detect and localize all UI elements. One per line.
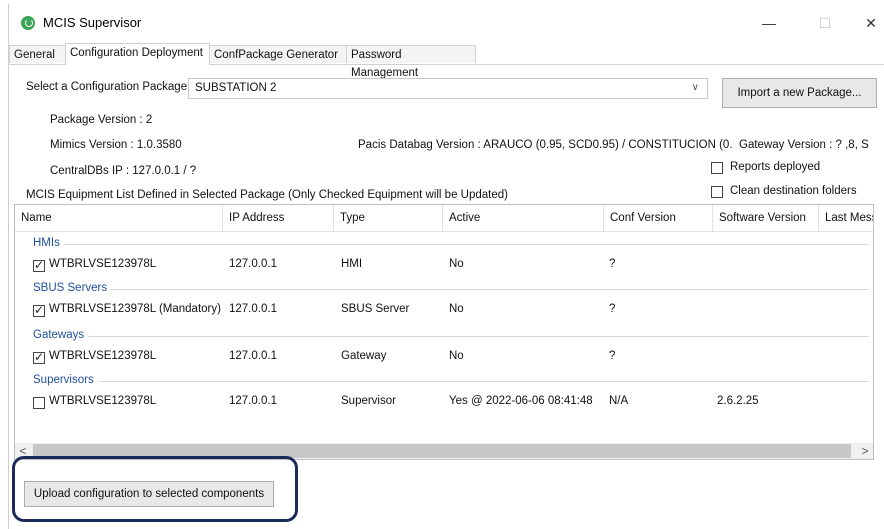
group-header-supervisors: Supervisors [15, 374, 871, 388]
row-type: HMI [341, 258, 363, 270]
equipment-list: Name IP Address Type Active Conf Version… [14, 204, 874, 460]
select-package-label: Select a Configuration Package [26, 81, 188, 93]
table-row[interactable]: WTBRLVSE123978L 127.0.0.1 Gateway No ? [15, 347, 871, 367]
tab-general[interactable]: General [9, 45, 66, 63]
gateway-version: Gateway Version : ? ,8, S [739, 139, 869, 151]
reports-deployed-checkbox[interactable] [711, 162, 723, 174]
group-header-hmis: HMIs [15, 237, 871, 251]
row-checkbox[interactable] [33, 350, 45, 364]
package-select[interactable]: SUBSTATION 2 ∨ [188, 78, 708, 99]
group-divider [33, 381, 869, 382]
row-active: Yes @ 2022-06-06 08:41:48 [449, 395, 593, 407]
row-ip: 127.0.0.1 [229, 350, 277, 362]
app-logo-icon [21, 16, 35, 30]
row-type: SBUS Server [341, 303, 410, 315]
group-name: Gateways [33, 329, 89, 341]
scroll-right-icon[interactable]: > [857, 443, 873, 459]
row-conf-version: ? [609, 350, 616, 362]
row-conf-version: N/A [609, 395, 629, 407]
row-software-version: 2.6.2.25 [717, 395, 759, 407]
group-name: Supervisors [33, 374, 98, 386]
row-name: WTBRLVSE123978L [49, 350, 157, 362]
mimics-version: Mimics Version : 1.0.3580 [50, 139, 182, 151]
row-conf-version: ? [609, 258, 616, 270]
row-name: WTBRLVSE123978L [49, 395, 157, 407]
minimize-button[interactable]: — [749, 10, 789, 36]
column-header-active[interactable]: Active [443, 205, 604, 231]
highlight-annotation [12, 456, 298, 522]
clean-destination-label: Clean destination folders [730, 185, 857, 197]
row-active: No [449, 303, 464, 315]
tab-configuration-deployment[interactable]: Configuration Deployment [65, 43, 210, 65]
row-type: Supervisor [341, 395, 396, 407]
row-checkbox[interactable] [33, 258, 45, 272]
close-button[interactable]: ✕ [851, 10, 884, 36]
row-name: WTBRLVSE123978L (Mandatory) [49, 303, 221, 315]
group-name: SBUS Servers [33, 282, 112, 294]
tab-confpackage-generator[interactable]: ConfPackage Generator [209, 45, 347, 63]
import-package-button[interactable]: Import a new Package... [722, 78, 877, 108]
chevron-down-icon: ∨ [691, 82, 699, 93]
group-divider [33, 289, 869, 290]
window-title: MCIS Supervisor [43, 15, 142, 30]
row-checkbox[interactable] [33, 303, 45, 317]
column-header-ip-address[interactable]: IP Address [223, 205, 334, 231]
table-row[interactable]: WTBRLVSE123978L 127.0.0.1 HMI No ? [15, 255, 871, 275]
row-type: Gateway [341, 350, 387, 362]
maximize-button[interactable]: ☐ [805, 10, 845, 36]
table-row[interactable]: WTBRLVSE123978L 127.0.0.1 Supervisor Yes… [15, 392, 871, 412]
row-conf-version: ? [609, 303, 616, 315]
row-name: WTBRLVSE123978L [49, 258, 157, 270]
row-ip: 127.0.0.1 [229, 303, 277, 315]
equipment-list-caption: MCIS Equipment List Defined in Selected … [26, 189, 508, 201]
tab-password-management[interactable]: Password Management [346, 45, 476, 79]
row-active: No [449, 350, 464, 362]
row-ip: 127.0.0.1 [229, 258, 277, 270]
group-name: HMIs [33, 237, 64, 249]
row-ip: 127.0.0.1 [229, 395, 277, 407]
table-row[interactable]: WTBRLVSE123978L (Mandatory) 127.0.0.1 SB… [15, 300, 871, 320]
equipment-list-header: Name IP Address Type Active Conf Version… [15, 205, 873, 232]
group-divider [33, 336, 869, 337]
package-version: Package Version : 2 [50, 114, 153, 126]
column-header-software-version[interactable]: Software Version [713, 205, 819, 231]
group-header-gateways: Gateways [15, 329, 871, 343]
group-divider [33, 244, 869, 245]
column-header-conf-version[interactable]: Conf Version [604, 205, 713, 231]
column-header-last-message[interactable]: Last Messa [819, 205, 873, 231]
clean-destination-checkbox[interactable] [711, 186, 723, 198]
package-select-value: SUBSTATION 2 [195, 82, 277, 94]
column-header-name[interactable]: Name [15, 205, 223, 231]
pacis-databag-version: Pacis Databag Version : ARAUCO (0.95, SC… [358, 139, 733, 151]
row-active: No [449, 258, 464, 270]
row-checkbox[interactable] [33, 397, 45, 409]
title-bar: MCIS Supervisor — ☐ ✕ [9, 4, 884, 40]
group-header-sbus-servers: SBUS Servers [15, 282, 871, 296]
central-dbs-ip: CentralDBs IP : 127.0.0.1 / ? [50, 165, 197, 177]
reports-deployed-label: Reports deployed [730, 161, 821, 173]
column-header-type[interactable]: Type [334, 205, 443, 231]
tab-bar: General Configuration Deployment ConfPac… [9, 43, 884, 79]
